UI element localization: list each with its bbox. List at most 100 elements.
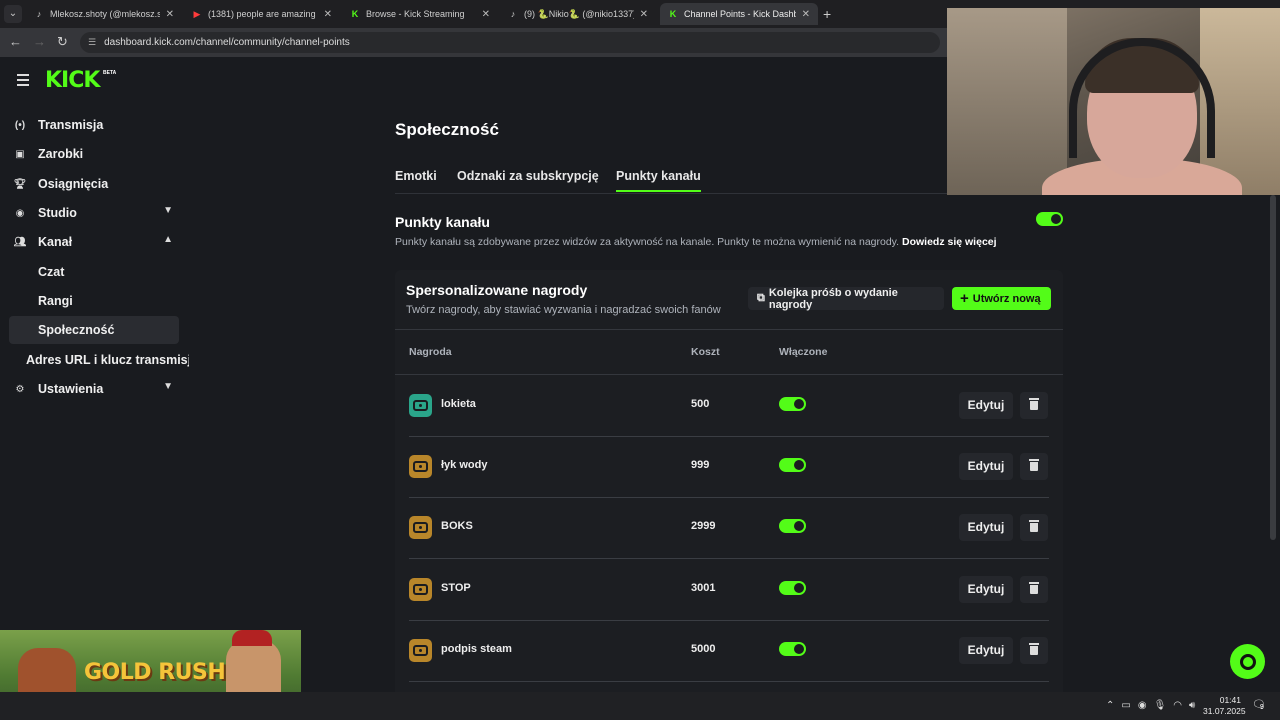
reward-row: podpis steam 5000 Edytuj	[409, 620, 1049, 682]
close-tab-icon[interactable]: ✕	[482, 9, 490, 20]
trash-icon	[1029, 582, 1039, 594]
tab-list-chevron-icon[interactable]: ⌄	[4, 5, 22, 23]
delete-reward-button[interactable]	[1020, 453, 1048, 480]
reward-row: lokieta 500 Edytuj	[409, 375, 1049, 437]
close-tab-icon[interactable]: ✕	[802, 9, 810, 20]
wallet-icon: ▣	[15, 148, 25, 160]
notification-count: 9	[1260, 704, 1264, 711]
system-tray: ⌃ ▭ ◉ 🎙︎ ◠ 🔊︎	[1106, 700, 1195, 711]
help-chat-button[interactable]	[1230, 644, 1265, 679]
reward-queue-label: Kolejka próśb o wydanie nagrody	[768, 286, 898, 311]
edit-reward-button[interactable]: Edytuj	[959, 576, 1013, 603]
trophy-icon: 🏆︎	[13, 178, 27, 190]
wifi-icon[interactable]: ◠	[1173, 700, 1182, 711]
beta-badge: BETA	[103, 70, 117, 76]
reward-queue-button[interactable]: ⧉ Kolejka próśb o wydanie nagrody	[748, 286, 944, 311]
tray-expand-icon[interactable]: ⌃	[1106, 700, 1114, 711]
sidebar-item-transmisja[interactable]: (•) Transmisja	[9, 111, 179, 139]
page-scrollbar[interactable]	[1270, 195, 1276, 540]
discord-icon[interactable]: ◉	[1138, 700, 1147, 711]
description-text: Punkty kanału są zdobywane przez widzów …	[395, 236, 900, 248]
sidebar-item-osiagniecia[interactable]: 🏆︎ Osiągnięcia	[9, 170, 179, 198]
edit-reward-button[interactable]: Edytuj	[959, 453, 1013, 480]
reward-cost: 999	[691, 459, 710, 471]
trash-icon	[1029, 459, 1039, 471]
browser-tab[interactable]: ♪ Mlekosz.shoty (@mlekosz.shoty) ✕	[26, 3, 182, 25]
rewards-title: Spersonalizowane nagrody	[406, 282, 588, 298]
reward-name: STOP	[441, 582, 471, 594]
delete-reward-button[interactable]	[1020, 392, 1048, 419]
sidebar-item-studio[interactable]: ◉ Studio ▼	[9, 199, 179, 227]
browser-tab[interactable]: ▶ (1381) people are amazing 2025 ✕	[184, 3, 340, 25]
learn-more-link[interactable]: Dowiedz się więcej	[902, 236, 997, 248]
reward-name: podpis steam	[441, 643, 512, 655]
sidebar-subitem-rangi[interactable]: Rangi	[9, 287, 179, 315]
trash-icon	[1029, 398, 1039, 410]
clock[interactable]: 01:41 31.07.2025	[1203, 695, 1246, 717]
reward-cost: 500	[691, 398, 710, 410]
browser-tab[interactable]: K Browse - Kick Streaming ✕	[342, 3, 498, 25]
browser-tab-active[interactable]: K Channel Points - Kick Dashboard ✕	[660, 3, 818, 25]
delete-reward-button[interactable]	[1020, 576, 1048, 603]
tab-odznaki[interactable]: Odznaki za subskrypcję	[457, 169, 599, 183]
edit-reward-button[interactable]: Edytuj	[959, 637, 1013, 664]
reward-row: STOP 3001 Edytuj	[409, 559, 1049, 621]
forward-icon[interactable]: →	[33, 34, 46, 49]
volume-icon[interactable]: 🔊︎	[1189, 700, 1195, 711]
reward-icon	[409, 639, 432, 662]
reward-enabled-toggle[interactable]	[779, 581, 806, 595]
tab-title: Mlekosz.shoty (@mlekosz.shoty)	[50, 9, 160, 19]
reward-icon	[409, 578, 432, 601]
channel-points-toggle[interactable]	[1036, 212, 1063, 226]
reward-enabled-toggle[interactable]	[779, 519, 806, 533]
sidebar-item-zarobki[interactable]: ▣ Zarobki	[9, 140, 179, 168]
column-header-reward: Nagroda	[409, 346, 452, 358]
tab-title: (9) 🐍Nikio🐍 (@nikio1337) | TikTok	[524, 8, 634, 19]
sidebar-subitem-spolecznosc[interactable]: Społeczność	[9, 316, 179, 344]
network-icon[interactable]: ▭	[1121, 700, 1130, 711]
tab-punkty-kanalu[interactable]: Punkty kanału	[616, 169, 701, 192]
close-tab-icon[interactable]: ✕	[166, 9, 174, 20]
reward-row: BOKS 2999 Edytuj	[409, 497, 1049, 559]
microphone-icon[interactable]: 🎙︎	[1154, 700, 1167, 711]
sidebar-subitem-url-key[interactable]: Adres URL i klucz transmisji	[9, 346, 189, 374]
close-tab-icon[interactable]: ✕	[324, 9, 332, 20]
hamburger-menu-icon[interactable]	[17, 74, 29, 89]
new-tab-icon[interactable]: +	[823, 6, 831, 22]
tab-title: (1381) people are amazing 2025	[208, 9, 318, 19]
section-title: Punkty kanału	[395, 214, 490, 230]
sidebar-item-kanal[interactable]: 👥︎ Kanał ▲	[9, 228, 179, 256]
headset-icon	[1239, 653, 1256, 670]
delete-reward-button[interactable]	[1020, 637, 1048, 664]
url-field[interactable]: ☰ dashboard.kick.com/channel/community/c…	[80, 32, 940, 53]
edit-reward-button[interactable]: Edytuj	[959, 392, 1013, 419]
users-icon: 👥︎	[13, 236, 27, 248]
reward-enabled-toggle[interactable]	[779, 458, 806, 472]
column-header-enabled: Włączone	[779, 346, 828, 358]
tab-emotki[interactable]: Emotki	[395, 169, 437, 183]
reward-cost: 3001	[691, 582, 716, 594]
reward-enabled-toggle[interactable]	[779, 642, 806, 656]
game-title: GOLD RUSH	[84, 660, 226, 685]
sidebar-subitem-czat[interactable]: Czat	[9, 258, 179, 286]
kick-logo[interactable]: KICK	[45, 68, 100, 93]
webcam-overlay	[947, 8, 1280, 195]
site-info-icon[interactable]: ☰	[88, 37, 96, 48]
reload-icon[interactable]: ↻	[57, 34, 68, 50]
close-tab-icon[interactable]: ✕	[640, 9, 648, 20]
trash-icon	[1029, 643, 1039, 655]
edit-reward-button[interactable]: Edytuj	[959, 514, 1013, 541]
youtube-icon: ▶	[193, 9, 201, 19]
reward-cost: 2999	[691, 520, 716, 532]
tiktok-icon: ♪	[510, 9, 516, 19]
back-icon[interactable]: ←	[9, 34, 22, 49]
divider	[395, 329, 1063, 330]
create-reward-button[interactable]: + Utwórz nową	[952, 287, 1051, 310]
tab-title: Browse - Kick Streaming	[366, 9, 465, 19]
browser-tab[interactable]: ♪ (9) 🐍Nikio🐍 (@nikio1337) | TikTok ✕	[500, 3, 656, 25]
kick-icon: K	[351, 9, 359, 19]
sidebar-item-ustawienia[interactable]: ⚙ Ustawienia ▼	[9, 375, 179, 403]
chevron-down-icon: ▼	[163, 381, 173, 392]
delete-reward-button[interactable]	[1020, 514, 1048, 541]
reward-enabled-toggle[interactable]	[779, 397, 806, 411]
